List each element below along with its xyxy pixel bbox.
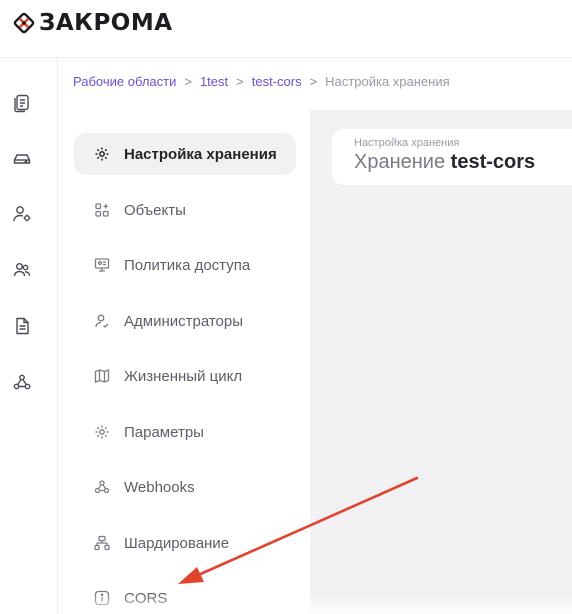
breadcrumb-workspaces[interactable]: Рабочие области (73, 74, 176, 89)
page-header-card: Настройка хранения Хранение test-cors (332, 129, 572, 185)
logo-icon (13, 12, 35, 34)
logo[interactable]: ЗАКРОМА (13, 10, 173, 36)
icon-rail (0, 58, 58, 614)
menu-item-administrators[interactable]: Администраторы (74, 300, 296, 342)
settings-menu: Настройка хранения Объекты Политика дост… (58, 110, 310, 614)
page-title-prefix: Хранение (354, 151, 446, 173)
menu-item-storage-settings[interactable]: Настройка хранения (74, 133, 296, 175)
file-icon[interactable] (12, 316, 32, 336)
breadcrumb: Рабочие области > 1test > test-cors > На… (73, 74, 450, 89)
storage-icon[interactable] (12, 149, 32, 169)
admin-user-icon (95, 314, 109, 328)
info-icon (94, 590, 110, 606)
breadcrumb-workspace[interactable]: 1test (200, 74, 228, 89)
webhook-icon[interactable] (12, 372, 32, 392)
user-settings-icon[interactable] (12, 204, 32, 224)
webhook-icon (94, 480, 110, 494)
map-icon (94, 369, 110, 383)
menu-item-access-policy[interactable]: Политика доступа (74, 244, 296, 286)
breadcrumb-separator: > (184, 74, 192, 89)
content-area: Настройка хранения Хранение test-cors (310, 110, 572, 614)
breadcrumb-current: Настройка хранения (325, 74, 450, 89)
menu-item-label: Шардирование (124, 534, 230, 552)
page-title-bucket: test-cors (450, 151, 536, 173)
brand-name: ЗАКРОМА (39, 10, 173, 36)
breadcrumb-separator: > (236, 74, 244, 89)
menu-item-label: Webhooks (124, 478, 195, 496)
menu-item-parameters[interactable]: Параметры (74, 411, 296, 453)
menu-item-lifecycle[interactable]: Жизненный цикл (74, 355, 296, 397)
menu-item-label: Объекты (124, 201, 186, 219)
page-subtitle: Настройка хранения (354, 137, 460, 149)
menu-item-label: Политика доступа (124, 256, 251, 274)
menu-item-label: CORS (124, 589, 168, 607)
menu-item-label: Жизненный цикл (124, 367, 243, 385)
breadcrumb-bucket[interactable]: test-cors (252, 74, 302, 89)
gear-icon (95, 425, 109, 439)
menu-item-sharding[interactable]: Шардирование (74, 522, 296, 564)
menu-item-label: Параметры (124, 423, 204, 441)
users-icon[interactable] (12, 260, 32, 280)
top-bar: ЗАКРОМА (0, 0, 572, 58)
objects-grid-icon (95, 203, 109, 217)
gear-icon (95, 147, 109, 161)
menu-item-label: Администраторы (124, 312, 244, 330)
access-policy-icon (94, 258, 110, 272)
menu-item-cors[interactable]: CORS (74, 577, 296, 614)
breadcrumb-separator: > (309, 74, 318, 89)
sharding-icon (94, 535, 110, 551)
page-title: Хранение test-cors (354, 151, 572, 174)
menu-item-label: Настройка хранения (124, 145, 277, 163)
menu-item-objects[interactable]: Объекты (74, 189, 296, 231)
menu-item-webhooks[interactable]: Webhooks (74, 466, 296, 508)
documents-icon[interactable] (12, 93, 32, 113)
